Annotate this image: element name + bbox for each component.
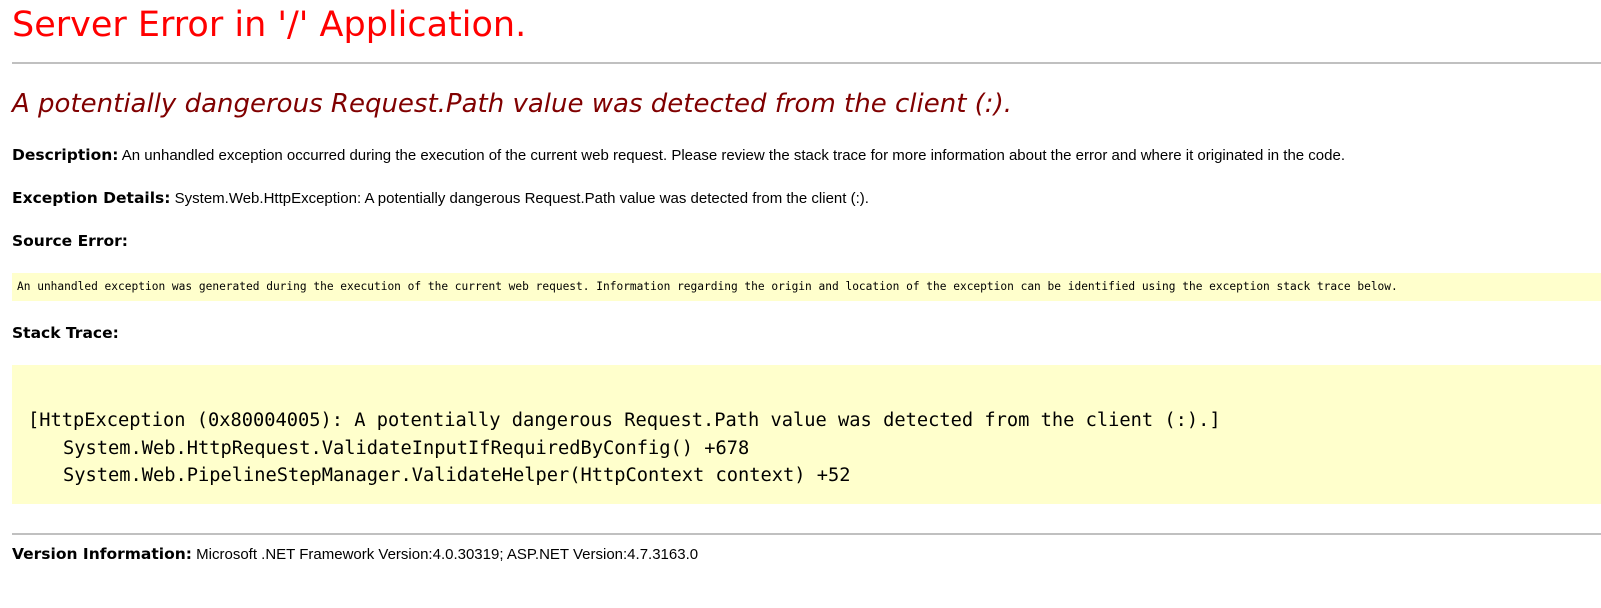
exception-details-line: Exception Details: System.Web.HttpExcept…: [12, 188, 869, 209]
footer-divider: [12, 533, 1601, 535]
stack-trace-frame: System.Web.PipelineStepManager.ValidateH…: [63, 465, 851, 486]
stack-trace-exception-line: [HttpException (0x80004005): A potential…: [28, 410, 1221, 431]
stack-trace-box: [HttpException (0x80004005): A potential…: [12, 365, 1601, 504]
source-error-box: An unhandled exception was generated dur…: [12, 273, 1601, 301]
source-error-heading: Source Error:: [12, 232, 128, 250]
page-title: Server Error in '/' Application.: [12, 5, 527, 45]
source-error-text: An unhandled exception was generated dur…: [17, 280, 1398, 293]
description-line: Description: An unhandled exception occu…: [12, 145, 1345, 166]
exception-details-label: Exception Details:: [12, 189, 171, 207]
exception-details-text: System.Web.HttpException: A potentially …: [170, 190, 869, 207]
stack-trace-heading: Stack Trace:: [12, 324, 119, 342]
version-information-line: Version Information: Microsoft .NET Fram…: [12, 544, 698, 565]
description-text: An unhandled exception occurred during t…: [118, 147, 1346, 164]
description-label: Description:: [12, 146, 119, 164]
stack-trace-frame: System.Web.HttpRequest.ValidateInputIfRe…: [63, 437, 750, 459]
title-divider: [12, 62, 1601, 64]
version-information-label: Version Information:: [12, 545, 192, 563]
version-information-text: Microsoft .NET Framework Version:4.0.303…: [191, 546, 699, 563]
error-heading: A potentially dangerous Request.Path val…: [12, 89, 1012, 119]
